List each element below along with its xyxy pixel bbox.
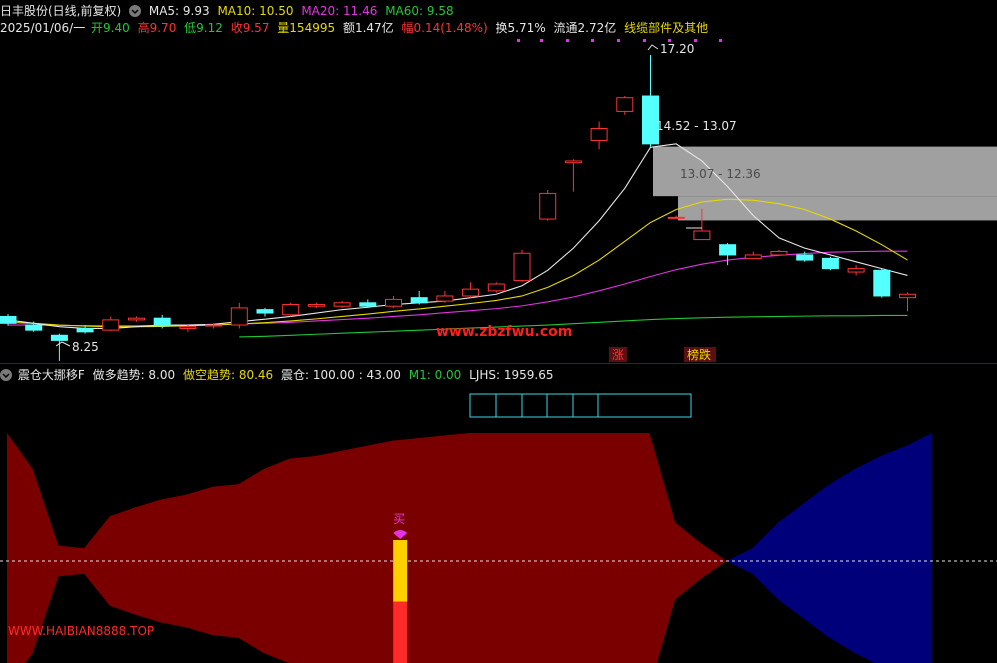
turnover-label: 换5.71% [495,21,546,35]
volume-label: 量154995 [277,21,336,35]
candle[interactable] [744,251,762,259]
candle[interactable] [0,314,17,326]
candle[interactable] [873,268,891,298]
signal-dot [694,39,697,42]
change-label: 幅0.14(1.48%) [401,21,488,35]
long-trend-label: 做多趋势: 8.00 [92,368,176,382]
candle[interactable] [256,307,274,317]
candle[interactable] [333,301,351,308]
candle[interactable] [102,316,120,332]
candle[interactable] [539,190,557,221]
indicator-title[interactable]: 震仓大挪移F [18,368,85,382]
main-header-row1: 日丰股份(日线,前复权) MA5: 9.93 MA10: 10.50 MA20:… [0,3,458,19]
ma60-line [239,314,908,338]
candle[interactable] [436,290,454,303]
open-label: 开9.40 [91,21,130,35]
signal-dot [591,39,594,42]
candle[interactable] [821,256,839,271]
candle[interactable] [719,242,737,266]
candle[interactable] [616,96,634,115]
sub-header-row: 震仓大挪移F 做多趋势: 8.00 做空趋势: 80.46 震仓: 100.00… [0,367,558,383]
candle[interactable] [513,249,531,283]
indicator-chart[interactable]: 买 WWW.HAIBIAN8888.TOP [0,383,997,663]
date-label: 2025/01/06/一 [0,21,86,35]
signal-dot [617,39,620,42]
signal-dot [566,39,569,42]
candle[interactable] [847,265,865,276]
candle[interactable] [564,159,582,192]
short-trend-label: 做空趋势: 80.46 [182,368,274,382]
ma5-label: MA5: 9.93 [148,4,210,18]
candle[interactable] [487,282,505,293]
candle[interactable] [385,295,402,308]
signal-dot [517,39,520,42]
tag-bangdie-text: 榜跌 [687,347,711,362]
ma10-label: MA10: 10.50 [217,4,294,18]
candle[interactable] [307,302,325,308]
zone1-label: 14.52 - 13.07 [656,119,737,133]
buy-bar-red [393,601,408,663]
tag-zhang[interactable]: 涨 [609,347,627,362]
candle[interactable] [230,302,248,329]
candle[interactable] [282,302,300,317]
sector-label[interactable]: 线缆部件及其他 [624,21,708,35]
high-label: 高9.70 [137,21,177,35]
candle[interactable] [359,299,377,308]
low-pointer [55,341,71,347]
signal-box-row [469,393,692,418]
candle[interactable] [899,292,916,312]
settings-dropdown-icon[interactable] [129,5,142,17]
ma60-label: MA60: 9.58 [385,4,454,18]
candle[interactable] [770,249,788,256]
signal-dot [719,39,722,42]
ma20-label: MA20: 11.46 [301,4,378,18]
ma20-line [8,250,908,327]
tag-bangdie[interactable]: 榜跌 [684,347,716,362]
shake-value2-label: : 43.00 [358,368,401,382]
close-label: 收9.57 [230,21,270,35]
signal-dot [540,39,543,42]
low-price-label: 8.25 [72,340,99,354]
low-label: 低9.12 [184,21,223,35]
watermark-text: www.zbzfwu.com [436,324,572,340]
candle[interactable] [462,282,480,298]
high-pointer [647,44,659,51]
shake-label: 震仓: 100.00 [281,368,355,382]
candle[interactable] [50,333,68,361]
panel-separator[interactable] [0,363,997,364]
candle[interactable] [410,290,428,305]
amount-label: 额1.47亿 [342,21,394,35]
ljhs-label: LJHS: 1959.65 [469,368,554,382]
stock-title[interactable]: 日丰股份(日线,前复权) [0,4,121,18]
price-chart[interactable]: 17.20 8.25 14.52 - 13.07 13.07 - 12.36 w… [0,35,997,365]
buy-bar-yellow [393,540,408,602]
float-cap-label: 流通2.72亿 [553,21,617,35]
signal-dot [643,39,646,42]
candle[interactable] [590,121,608,149]
buy-label: 买 [393,512,405,526]
site-watermark: WWW.HAIBIAN8888.TOP [8,624,154,638]
zone2-label: 13.07 - 12.36 [680,167,761,181]
sub-settings-icon[interactable] [0,369,12,381]
tag-zhang-text: 涨 [612,347,624,362]
main-header-row2: 2025/01/06/一 开9.40 高9.70 低9.12 收9.57 量15… [0,20,712,36]
candle[interactable] [128,316,145,322]
high-price-label: 17.20 [660,42,694,56]
m1-label: M1: 0.00 [408,368,462,382]
